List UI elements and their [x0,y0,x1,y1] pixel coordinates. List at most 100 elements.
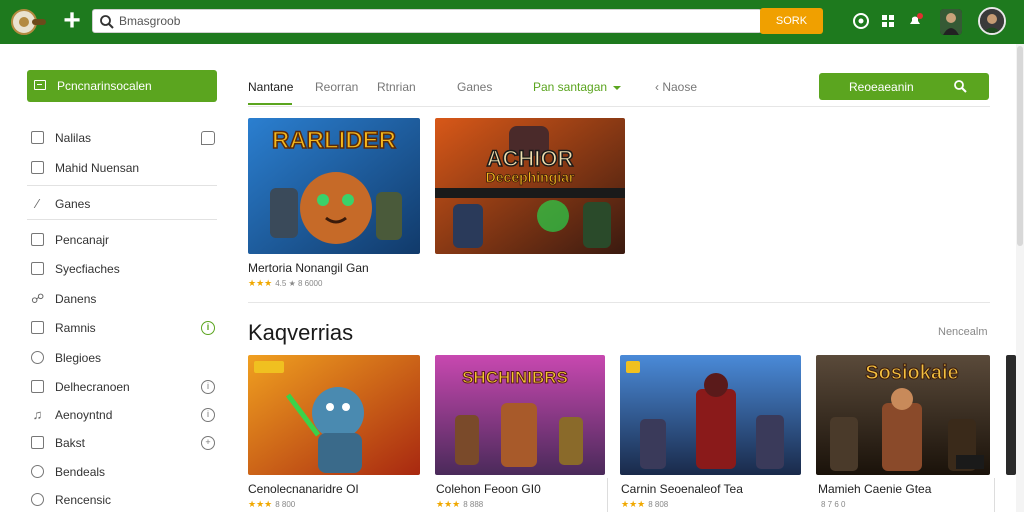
grid-icon [31,262,44,275]
game-art-title: SHCHINIBRS [462,368,568,387]
controller-logo-icon[interactable] [10,8,48,36]
button-label: Reoeaeanin [849,80,914,94]
sidebar-item-label: Syecfiaches [55,262,120,276]
sidebar-item-3[interactable]: ⁄ Ganes [27,193,217,215]
sidebar-item-label: Nalilas [55,131,92,145]
sidebar-item-2[interactable]: Mahid Nuensan [27,157,217,179]
divider [248,106,990,107]
puzzle-icon[interactable] [879,12,897,30]
chevron-down-icon [613,85,622,90]
rating-value: 8 800 [275,500,296,509]
game-thumbnail[interactable]: Sosiokaie [816,355,990,475]
rating-stars: ★★★ [621,499,646,509]
game-thumbnail[interactable]: RARLIDER [248,118,420,254]
avatar[interactable] [978,7,1006,35]
rating-stars: ★★★ [436,499,461,509]
sidebar-item-5[interactable]: Syecfiaches [27,258,217,280]
sidebar-item-13[interactable]: Rencensic [27,489,217,511]
plus-circle-icon[interactable]: + [201,436,215,450]
search-bar[interactable] [92,9,762,33]
box-icon [31,436,44,449]
sidebar-item-6[interactable]: ☍ Danens [27,288,217,310]
see-more-link[interactable]: Nencealm [938,326,988,338]
game-title[interactable]: Mamieh Caenie Gtea [818,482,931,496]
rating: 8 7 6 0 [818,499,845,509]
people-icon: ☍ [31,291,45,306]
tab-reorran[interactable]: Reorran [315,80,358,94]
create-button[interactable]: Pcncnarinsocalen [27,70,217,102]
sidebar-item-label: Pencanajr [55,233,110,247]
search-button[interactable]: SORK [760,8,823,34]
sidebar-item-9[interactable]: Delhecranoen i [27,376,217,398]
game-art-title: ACHIOR [487,146,574,171]
rating: ★★★ 4.5 ★ 8 6000 [248,278,322,289]
game-thumbnail[interactable] [248,355,420,475]
window-icon [34,80,46,90]
square-icon [31,321,44,334]
search-input[interactable] [119,12,739,30]
sidebar-item-label: Rencensic [55,493,112,507]
tab-naose[interactable]: ‹ Naose [655,80,697,94]
game-art-title: RARLIDER [272,127,396,154]
bookmark-icon [31,233,44,246]
sidebar-item-10[interactable]: ♫ Aenoyntnd i [27,404,217,426]
section-title: Kaqverrias [248,320,354,345]
sidebar-item-12[interactable]: Bendeals [27,461,217,483]
search-games-button[interactable]: Reoeaeanin [819,73,989,100]
sidebar-item-1[interactable]: Nalilas [27,127,217,149]
inbox-icon [31,161,44,174]
divider [994,478,995,512]
tab-nantane[interactable]: Nantane [248,80,293,94]
notification-icon[interactable] [906,12,924,30]
sidebar-item-label: Delhecranoen [55,380,130,394]
game-art-subtitle: Decephingiar [486,169,575,185]
rating-value: 8 808 [648,500,669,509]
scrollbar[interactable] [1016,44,1024,512]
rating: ★★★ 8 800 [248,499,295,510]
active-tab-indicator [248,103,292,105]
game-thumbnail[interactable]: SHCHINIBRS [435,355,605,475]
tab-ganes[interactable]: Ganes [457,80,492,94]
game-thumbnail[interactable] [1006,355,1016,475]
sidebar-item-8[interactable]: Blegioes [27,347,217,369]
sidebar-item-label: Ramnis [55,321,96,335]
game-title[interactable]: Carnin Seoenaleof Tea [621,482,743,496]
tab-dropdown-label: Pan santagan [533,80,608,94]
rating-value: 4.5 ★ 8 6000 [275,279,323,288]
divider [27,185,217,186]
tab-rtnrian[interactable]: Rtnrian [377,80,416,94]
info-icon[interactable]: i [201,380,215,394]
slash-icon: ⁄ [36,196,39,211]
sidebar-item-4[interactable]: Pencanajr [27,229,217,251]
tab-dropdown[interactable]: Pan santagan [533,80,622,94]
divider [248,302,990,303]
plus-icon[interactable]: + [58,6,86,36]
game-title[interactable]: Colehon Feoon GI0 [436,482,541,496]
sidebar-item-label: Ganes [55,197,91,211]
search-icon [954,80,967,93]
clock-icon [31,351,44,364]
sidebar-item-label: Bendeals [55,465,106,479]
chat-icon[interactable] [201,131,215,145]
search-icon [100,15,114,29]
game-art-title: Sosiokaie [865,362,958,384]
sidebar-item-label: Mahid Nuensan [55,161,140,175]
music-icon: ♫ [32,407,43,422]
game-thumbnail[interactable] [620,355,801,475]
tab-label: Naose [662,80,698,94]
game-pad-icon[interactable] [852,12,870,30]
divider [607,478,608,512]
game-thumbnail[interactable]: ACHIOR Decephingiar [435,118,625,254]
sidebar-item-7[interactable]: Ramnis i [27,317,217,339]
chat-icon [31,380,44,393]
info-icon[interactable]: i [201,321,215,335]
sidebar-item-label: Bakst [55,436,86,450]
scrollbar-thumb[interactable] [1017,46,1023,246]
profile-picture[interactable] [940,9,962,35]
info-icon[interactable]: i [201,408,215,422]
game-title[interactable]: Cenolecnanaridre OI [248,482,359,496]
game-title[interactable]: Mertoria Nonangil Gan [248,261,369,275]
top-bar: + SORK [0,0,1024,44]
speech-icon [31,493,44,506]
sidebar-item-11[interactable]: Bakst + [27,432,217,454]
